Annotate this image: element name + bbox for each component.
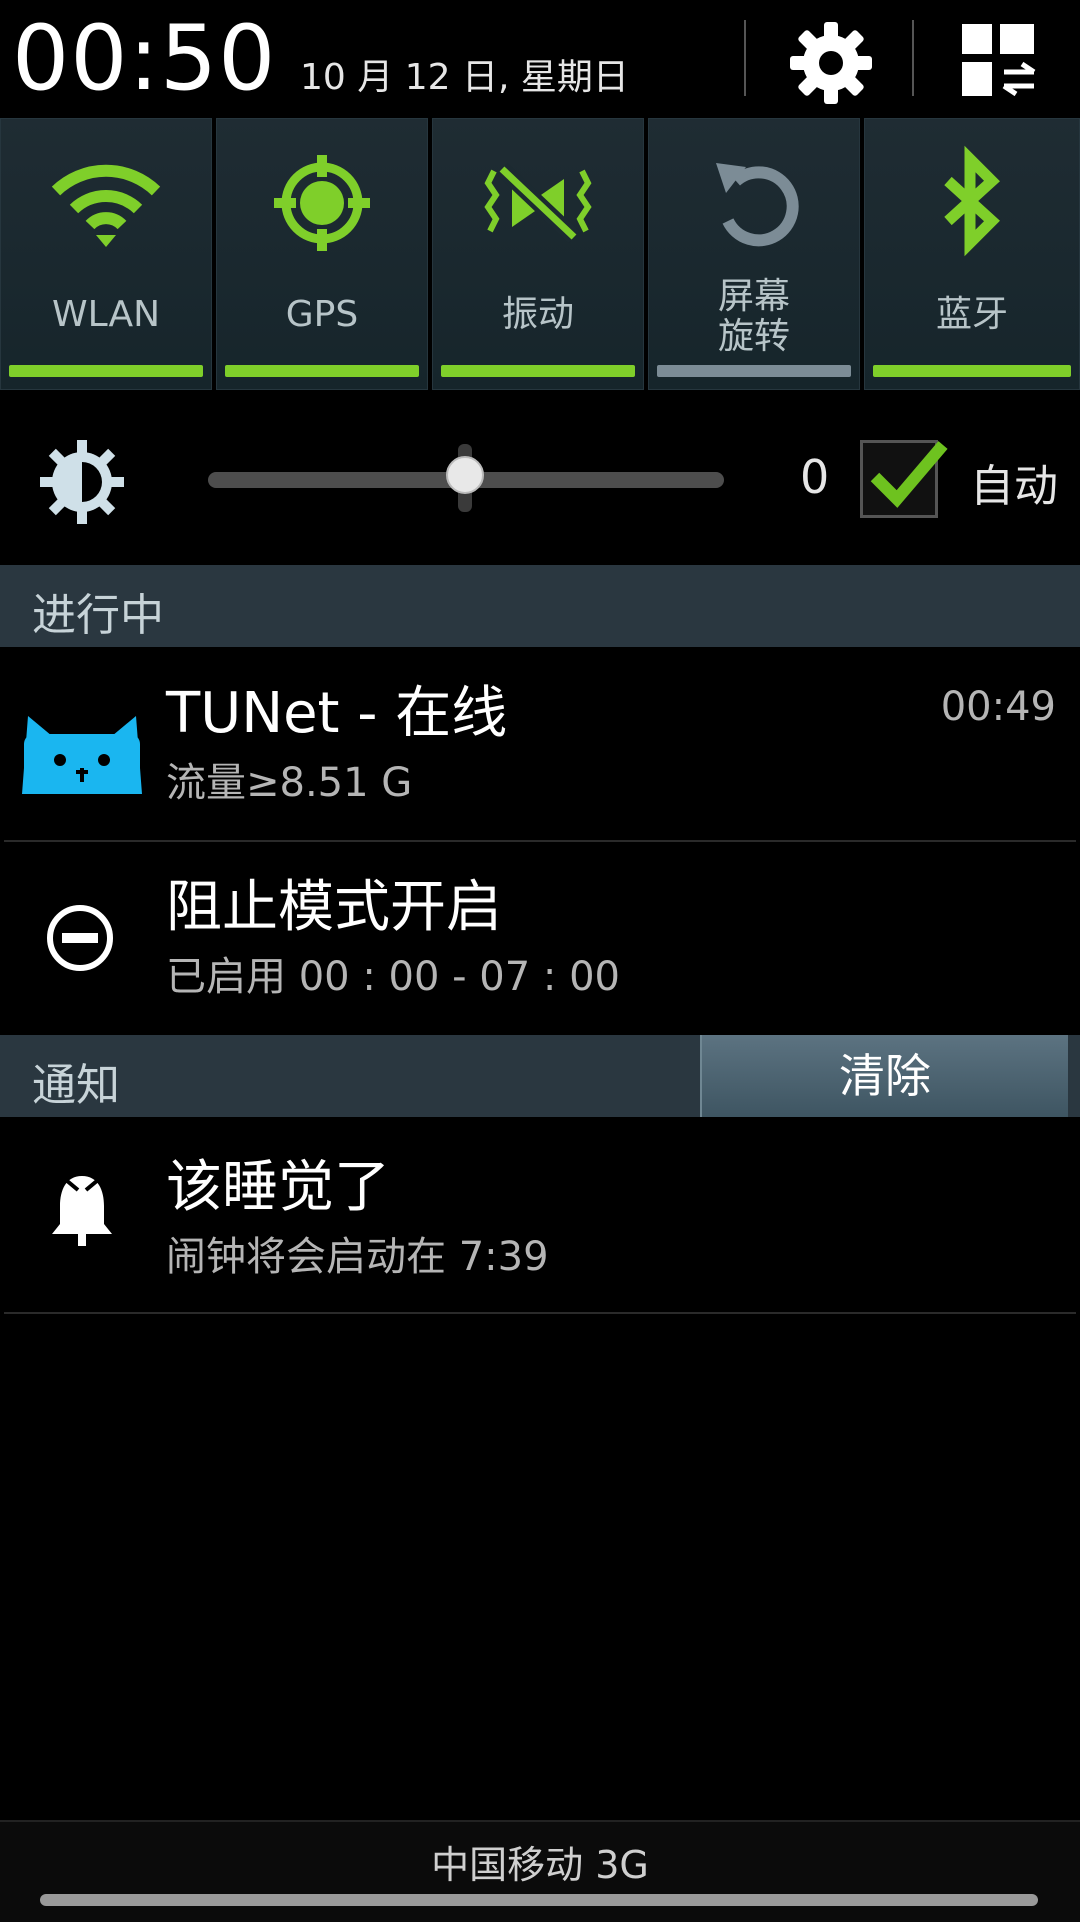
date-label: 10 月 12 日, 星期日 bbox=[300, 57, 629, 98]
toggle-label: GPS bbox=[285, 294, 359, 335]
notification-title: 该睡觉了 bbox=[166, 1155, 390, 1220]
notification-title: TUNet - 在线 bbox=[166, 681, 508, 746]
brightness-slider-thumb[interactable] bbox=[446, 456, 484, 494]
notification-title: 阻止模式开启 bbox=[166, 875, 502, 940]
toggle-label: 蓝牙 bbox=[935, 294, 1008, 335]
header-divider bbox=[744, 20, 746, 96]
vibrate-icon bbox=[478, 141, 598, 261]
auto-brightness-label: 自动 bbox=[970, 461, 1058, 512]
clock-time: 00:50 bbox=[12, 6, 277, 111]
header-divider bbox=[912, 20, 914, 96]
toggle-vibrate[interactable]: 振动 bbox=[432, 118, 644, 390]
status-header: 00:50 10 月 12 日, 星期日 bbox=[0, 0, 1080, 118]
rotate-icon bbox=[694, 141, 814, 261]
section-title: 通知 bbox=[32, 1060, 120, 1111]
brightness-icon bbox=[40, 440, 124, 524]
brightness-row: 0 自动 bbox=[0, 400, 1080, 560]
grid-switch-icon[interactable] bbox=[960, 22, 1036, 98]
divider bbox=[4, 1312, 1076, 1314]
toggle-label-line2: 旋转 bbox=[717, 316, 790, 357]
block-icon bbox=[44, 902, 116, 974]
toggle-indicator bbox=[9, 365, 203, 377]
bell-icon bbox=[50, 1172, 114, 1252]
toggle-label: WLAN bbox=[51, 294, 161, 335]
notification-blocking-mode[interactable]: 阻止模式开启 已启用 00 : 00 - 07 : 00 bbox=[0, 842, 1080, 1032]
notification-subtitle: 流量≥8.51 G bbox=[166, 760, 413, 806]
toggle-indicator bbox=[225, 365, 419, 377]
toggle-label: 振动 bbox=[501, 294, 574, 335]
notification-subtitle: 已启用 00 : 00 - 07 : 00 bbox=[166, 954, 620, 1000]
panel-drag-handle[interactable] bbox=[40, 1894, 1038, 1906]
bluetooth-icon bbox=[912, 141, 1032, 261]
toggle-bluetooth[interactable]: 蓝牙 bbox=[864, 118, 1080, 390]
toggle-label-line1: 屏幕 bbox=[717, 276, 790, 317]
notifications-section-header: 通知 清除 bbox=[0, 1035, 1080, 1117]
carrier-bar: 中国移动 3G bbox=[0, 1820, 1080, 1922]
notification-tunet[interactable]: TUNet - 在线 流量≥8.51 G 00:49 bbox=[0, 648, 1080, 838]
toggle-indicator bbox=[441, 365, 635, 377]
brightness-value: 0 bbox=[800, 450, 830, 504]
notification-time: 00:49 bbox=[940, 684, 1056, 730]
clear-button[interactable]: 清除 bbox=[700, 1035, 1068, 1117]
ongoing-section-header: 进行中 bbox=[0, 565, 1080, 647]
notification-subtitle: 闹钟将会启动在 7:39 bbox=[166, 1234, 549, 1280]
wifi-icon bbox=[46, 141, 166, 261]
section-title: 进行中 bbox=[32, 590, 164, 641]
toggle-indicator bbox=[873, 365, 1071, 377]
notification-alarm[interactable]: 该睡觉了 闹钟将会启动在 7:39 bbox=[0, 1122, 1080, 1312]
quick-settings-panel: WLAN GPS 振动 屏幕 旋转 蓝牙 bbox=[0, 118, 1080, 392]
toggle-screen-rotation[interactable]: 屏幕 旋转 bbox=[648, 118, 860, 390]
carrier-label: 中国移动 3G bbox=[431, 1843, 649, 1887]
gear-icon[interactable] bbox=[786, 18, 876, 108]
toggle-wlan[interactable]: WLAN bbox=[0, 118, 212, 390]
toggle-gps[interactable]: GPS bbox=[216, 118, 428, 390]
gps-icon bbox=[262, 141, 382, 261]
tunet-cat-icon bbox=[22, 684, 142, 804]
auto-brightness-checkbox[interactable] bbox=[860, 440, 948, 518]
toggle-indicator bbox=[657, 365, 851, 377]
